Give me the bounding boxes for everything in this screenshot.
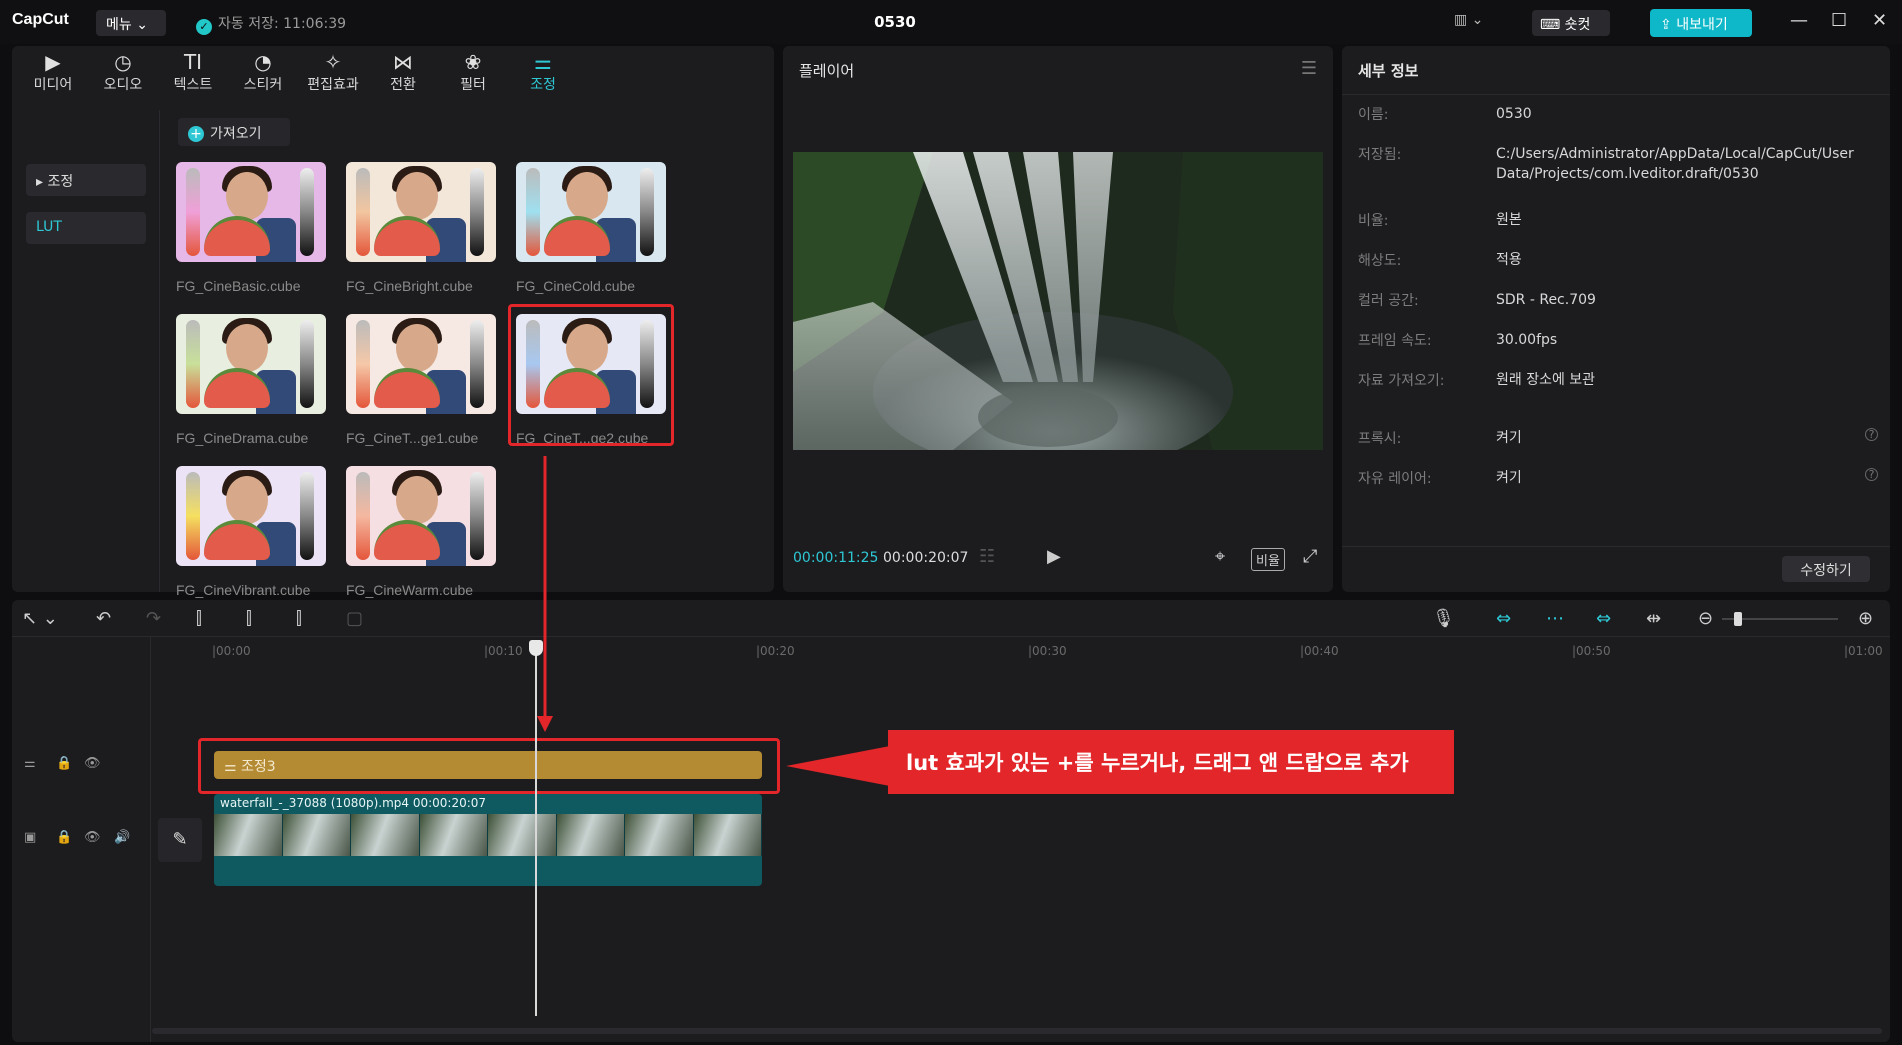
annotation-callout: lut 효과가 있는 +를 누르거나, 드래그 앤 드랍으로 추가	[888, 730, 1454, 794]
annotation-overlay	[537, 456, 890, 786]
